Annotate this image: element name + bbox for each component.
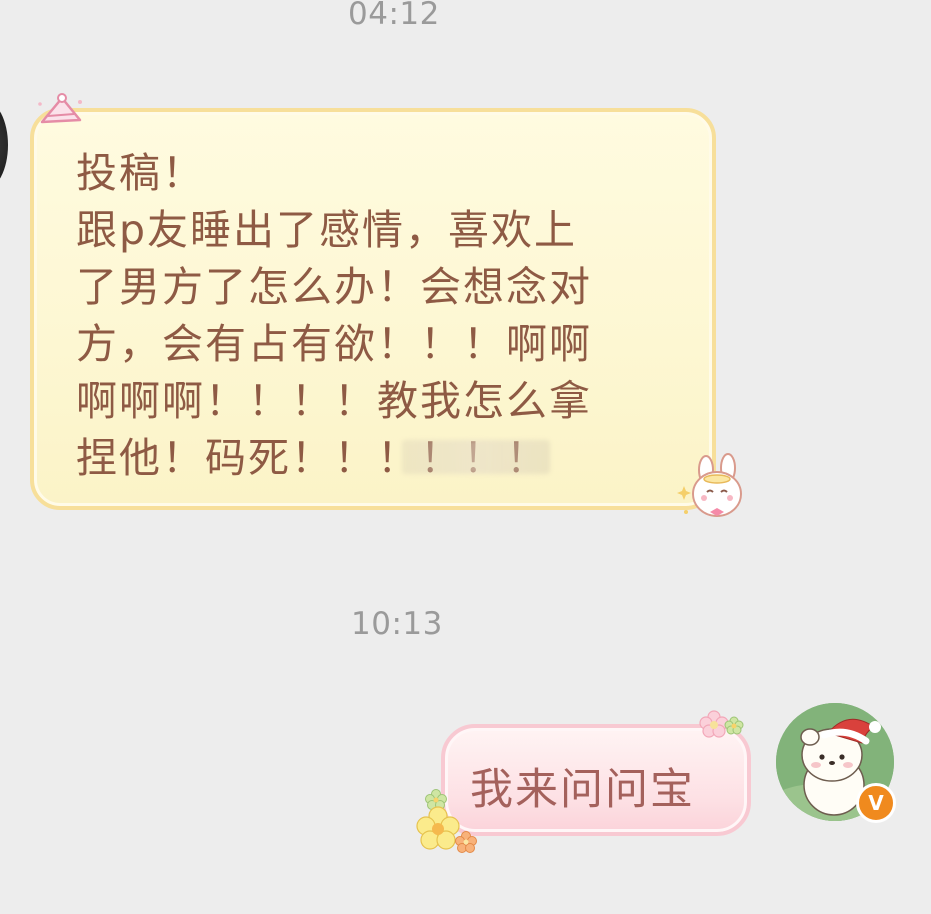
message-line: 投稿！ [76,149,205,197]
verified-v-badge-icon: V [856,783,896,823]
message-line: 跟p友睡出了感情，喜欢上 [76,206,578,254]
message-line: 捏他！码死！！！！！！ [76,434,549,482]
message-line: 方，会有占有欲！！！啊啊 [76,320,592,368]
bunny-sticker-icon [677,453,742,517]
message-line: 啊啊啊！！！！教我怎么拿 [76,377,592,425]
flower-cluster-icon [416,789,477,853]
received-message-text: 投稿！ 跟p友睡出了感情，喜欢上 了男方了怎么办！会想念对 方，会有占有欲！！！… [76,145,666,487]
timestamp-1: 04:12 [348,0,440,32]
redacted-blur [402,440,550,474]
sender-avatar[interactable] [0,100,8,190]
sent-message-text: 我来问问宝 [470,765,695,815]
party-hat-icon [38,93,82,124]
message-line: 了男方了怎么办！会想念对 [76,263,592,311]
flower-pair-icon [699,710,744,738]
timestamp-2: 10:13 [351,606,443,642]
